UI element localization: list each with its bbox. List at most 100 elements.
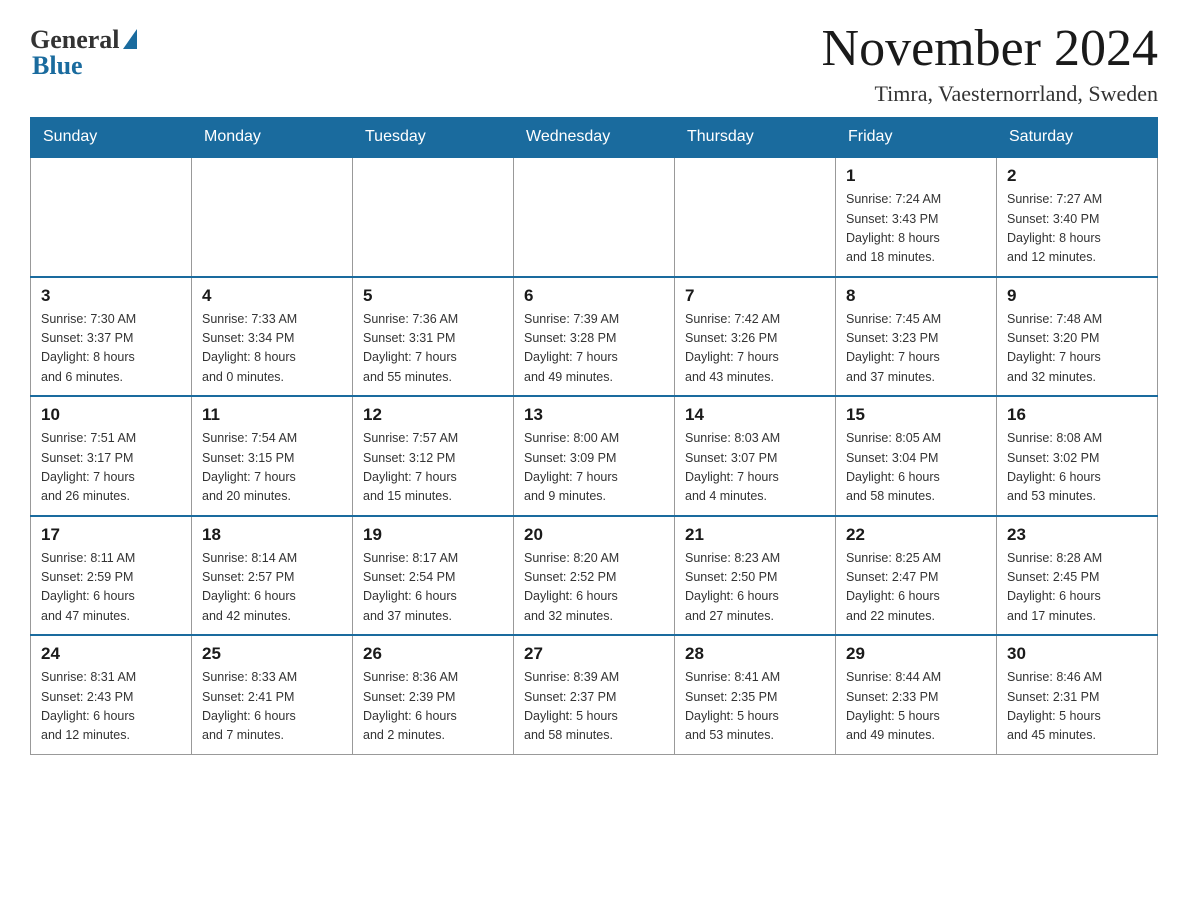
calendar-day-cell — [353, 157, 514, 277]
calendar-day-cell: 18 Sunrise: 8:14 AMSunset: 2:57 PMDayligh… — [192, 516, 353, 636]
calendar-week-row: 1 Sunrise: 7:24 AMSunset: 3:43 PMDaylight… — [31, 157, 1158, 277]
calendar-day-cell: 1 Sunrise: 7:24 AMSunset: 3:43 PMDaylight… — [836, 157, 997, 277]
day-number: 26 — [363, 644, 503, 664]
calendar-day-cell: 5 Sunrise: 7:36 AMSunset: 3:31 PMDaylight… — [353, 277, 514, 397]
calendar-day-cell: 10 Sunrise: 7:51 AMSunset: 3:17 PMDayligh… — [31, 396, 192, 516]
day-info: Sunrise: 8:33 AMSunset: 2:41 PMDaylight:… — [202, 668, 342, 746]
logo: General Blue — [30, 20, 137, 81]
day-number: 7 — [685, 286, 825, 306]
calendar-day-cell: 19 Sunrise: 8:17 AMSunset: 2:54 PMDayligh… — [353, 516, 514, 636]
day-info: Sunrise: 7:27 AMSunset: 3:40 PMDaylight:… — [1007, 190, 1147, 268]
calendar-day-cell: 7Sunrise: 7:42 AMSunset: 3:26 PMDaylight… — [675, 277, 836, 397]
day-number: 1 — [846, 166, 986, 186]
calendar-day-cell: 16 Sunrise: 8:08 AMSunset: 3:02 PMDayligh… — [997, 396, 1158, 516]
day-number: 27 — [524, 644, 664, 664]
calendar-day-cell: 8Sunrise: 7:45 AMSunset: 3:23 PMDaylight… — [836, 277, 997, 397]
calendar-header-row: SundayMondayTuesdayWednesdayThursdayFrid… — [31, 118, 1158, 158]
calendar-day-cell: 9 Sunrise: 7:48 AMSunset: 3:20 PMDaylight… — [997, 277, 1158, 397]
calendar-header-monday: Monday — [192, 118, 353, 158]
calendar-week-row: 24 Sunrise: 8:31 AMSunset: 2:43 PMDayligh… — [31, 635, 1158, 754]
day-info: Sunrise: 7:51 AMSunset: 3:17 PMDaylight:… — [41, 429, 181, 507]
day-info: Sunrise: 8:17 AMSunset: 2:54 PMDaylight:… — [363, 549, 503, 627]
calendar-day-cell: 26 Sunrise: 8:36 AMSunset: 2:39 PMDayligh… — [353, 635, 514, 754]
day-info: Sunrise: 8:20 AMSunset: 2:52 PMDaylight:… — [524, 549, 664, 627]
day-number: 11 — [202, 405, 342, 425]
day-number: 8 — [846, 286, 986, 306]
day-info: Sunrise: 8:28 AMSunset: 2:45 PMDaylight:… — [1007, 549, 1147, 627]
calendar-day-cell: 25 Sunrise: 8:33 AMSunset: 2:41 PMDayligh… — [192, 635, 353, 754]
day-info: Sunrise: 8:46 AMSunset: 2:31 PMDaylight:… — [1007, 668, 1147, 746]
month-title: November 2024 — [822, 20, 1158, 77]
calendar-day-cell: 22Sunrise: 8:25 AMSunset: 2:47 PMDayligh… — [836, 516, 997, 636]
day-info: Sunrise: 8:11 AMSunset: 2:59 PMDaylight:… — [41, 549, 181, 627]
day-info: Sunrise: 7:48 AMSunset: 3:20 PMDaylight:… — [1007, 310, 1147, 388]
day-number: 25 — [202, 644, 342, 664]
calendar-day-cell: 27 Sunrise: 8:39 AMSunset: 2:37 PMDayligh… — [514, 635, 675, 754]
calendar-day-cell: 15 Sunrise: 8:05 AMSunset: 3:04 PMDayligh… — [836, 396, 997, 516]
calendar-header-saturday: Saturday — [997, 118, 1158, 158]
day-number: 16 — [1007, 405, 1147, 425]
calendar-table: SundayMondayTuesdayWednesdayThursdayFrid… — [30, 117, 1158, 755]
day-info: Sunrise: 7:54 AMSunset: 3:15 PMDaylight:… — [202, 429, 342, 507]
day-number: 24 — [41, 644, 181, 664]
day-info: Sunrise: 7:36 AMSunset: 3:31 PMDaylight:… — [363, 310, 503, 388]
day-number: 20 — [524, 525, 664, 545]
day-number: 28 — [685, 644, 825, 664]
day-number: 9 — [1007, 286, 1147, 306]
calendar-day-cell: 24 Sunrise: 8:31 AMSunset: 2:43 PMDayligh… — [31, 635, 192, 754]
calendar-day-cell: 14 Sunrise: 8:03 AMSunset: 3:07 PMDayligh… — [675, 396, 836, 516]
day-number: 4 — [202, 286, 342, 306]
day-number: 14 — [685, 405, 825, 425]
day-info: Sunrise: 8:25 AMSunset: 2:47 PMDaylight:… — [846, 549, 986, 627]
calendar-week-row: 10 Sunrise: 7:51 AMSunset: 3:17 PMDayligh… — [31, 396, 1158, 516]
title-area: November 2024 Timra, Vaesternorrland, Sw… — [822, 20, 1158, 107]
day-number: 5 — [363, 286, 503, 306]
day-info: Sunrise: 7:24 AMSunset: 3:43 PMDaylight:… — [846, 190, 986, 268]
calendar-day-cell: 13 Sunrise: 8:00 AMSunset: 3:09 PMDayligh… — [514, 396, 675, 516]
day-number: 23 — [1007, 525, 1147, 545]
day-number: 30 — [1007, 644, 1147, 664]
day-info: Sunrise: 8:31 AMSunset: 2:43 PMDaylight:… — [41, 668, 181, 746]
calendar-day-cell: 12 Sunrise: 7:57 AMSunset: 3:12 PMDayligh… — [353, 396, 514, 516]
day-number: 17 — [41, 525, 181, 545]
day-number: 6 — [524, 286, 664, 306]
day-number: 2 — [1007, 166, 1147, 186]
calendar-week-row: 3 Sunrise: 7:30 AMSunset: 3:37 PMDaylight… — [31, 277, 1158, 397]
calendar-day-cell: 2 Sunrise: 7:27 AMSunset: 3:40 PMDaylight… — [997, 157, 1158, 277]
day-number: 13 — [524, 405, 664, 425]
day-number: 18 — [202, 525, 342, 545]
location-subtitle: Timra, Vaesternorrland, Sweden — [822, 81, 1158, 107]
day-info: Sunrise: 7:39 AMSunset: 3:28 PMDaylight:… — [524, 310, 664, 388]
day-info: Sunrise: 8:23 AMSunset: 2:50 PMDaylight:… — [685, 549, 825, 627]
calendar-day-cell: 6 Sunrise: 7:39 AMSunset: 3:28 PMDaylight… — [514, 277, 675, 397]
calendar-day-cell: 11 Sunrise: 7:54 AMSunset: 3:15 PMDayligh… — [192, 396, 353, 516]
day-info: Sunrise: 7:30 AMSunset: 3:37 PMDaylight:… — [41, 310, 181, 388]
day-number: 12 — [363, 405, 503, 425]
day-number: 10 — [41, 405, 181, 425]
day-info: Sunrise: 8:14 AMSunset: 2:57 PMDaylight:… — [202, 549, 342, 627]
calendar-day-cell: 17 Sunrise: 8:11 AMSunset: 2:59 PMDayligh… — [31, 516, 192, 636]
calendar-day-cell — [31, 157, 192, 277]
calendar-header-tuesday: Tuesday — [353, 118, 514, 158]
day-info: Sunrise: 8:44 AMSunset: 2:33 PMDaylight:… — [846, 668, 986, 746]
day-info: Sunrise: 7:57 AMSunset: 3:12 PMDaylight:… — [363, 429, 503, 507]
day-info: Sunrise: 7:33 AMSunset: 3:34 PMDaylight:… — [202, 310, 342, 388]
day-info: Sunrise: 8:41 AMSunset: 2:35 PMDaylight:… — [685, 668, 825, 746]
calendar-day-cell: 30 Sunrise: 8:46 AMSunset: 2:31 PMDayligh… — [997, 635, 1158, 754]
calendar-header-thursday: Thursday — [675, 118, 836, 158]
logo-triangle-icon — [123, 29, 137, 49]
day-info: Sunrise: 8:00 AMSunset: 3:09 PMDaylight:… — [524, 429, 664, 507]
day-info: Sunrise: 8:36 AMSunset: 2:39 PMDaylight:… — [363, 668, 503, 746]
day-info: Sunrise: 8:03 AMSunset: 3:07 PMDaylight:… — [685, 429, 825, 507]
day-number: 19 — [363, 525, 503, 545]
day-info: Sunrise: 8:08 AMSunset: 3:02 PMDaylight:… — [1007, 429, 1147, 507]
day-info: Sunrise: 8:39 AMSunset: 2:37 PMDaylight:… — [524, 668, 664, 746]
day-info: Sunrise: 8:05 AMSunset: 3:04 PMDaylight:… — [846, 429, 986, 507]
page-header: General Blue November 2024 Timra, Vaeste… — [30, 20, 1158, 107]
calendar-header-sunday: Sunday — [31, 118, 192, 158]
day-number: 15 — [846, 405, 986, 425]
calendar-day-cell: 4 Sunrise: 7:33 AMSunset: 3:34 PMDaylight… — [192, 277, 353, 397]
day-number: 3 — [41, 286, 181, 306]
calendar-day-cell: 23 Sunrise: 8:28 AMSunset: 2:45 PMDayligh… — [997, 516, 1158, 636]
calendar-day-cell: 28 Sunrise: 8:41 AMSunset: 2:35 PMDayligh… — [675, 635, 836, 754]
